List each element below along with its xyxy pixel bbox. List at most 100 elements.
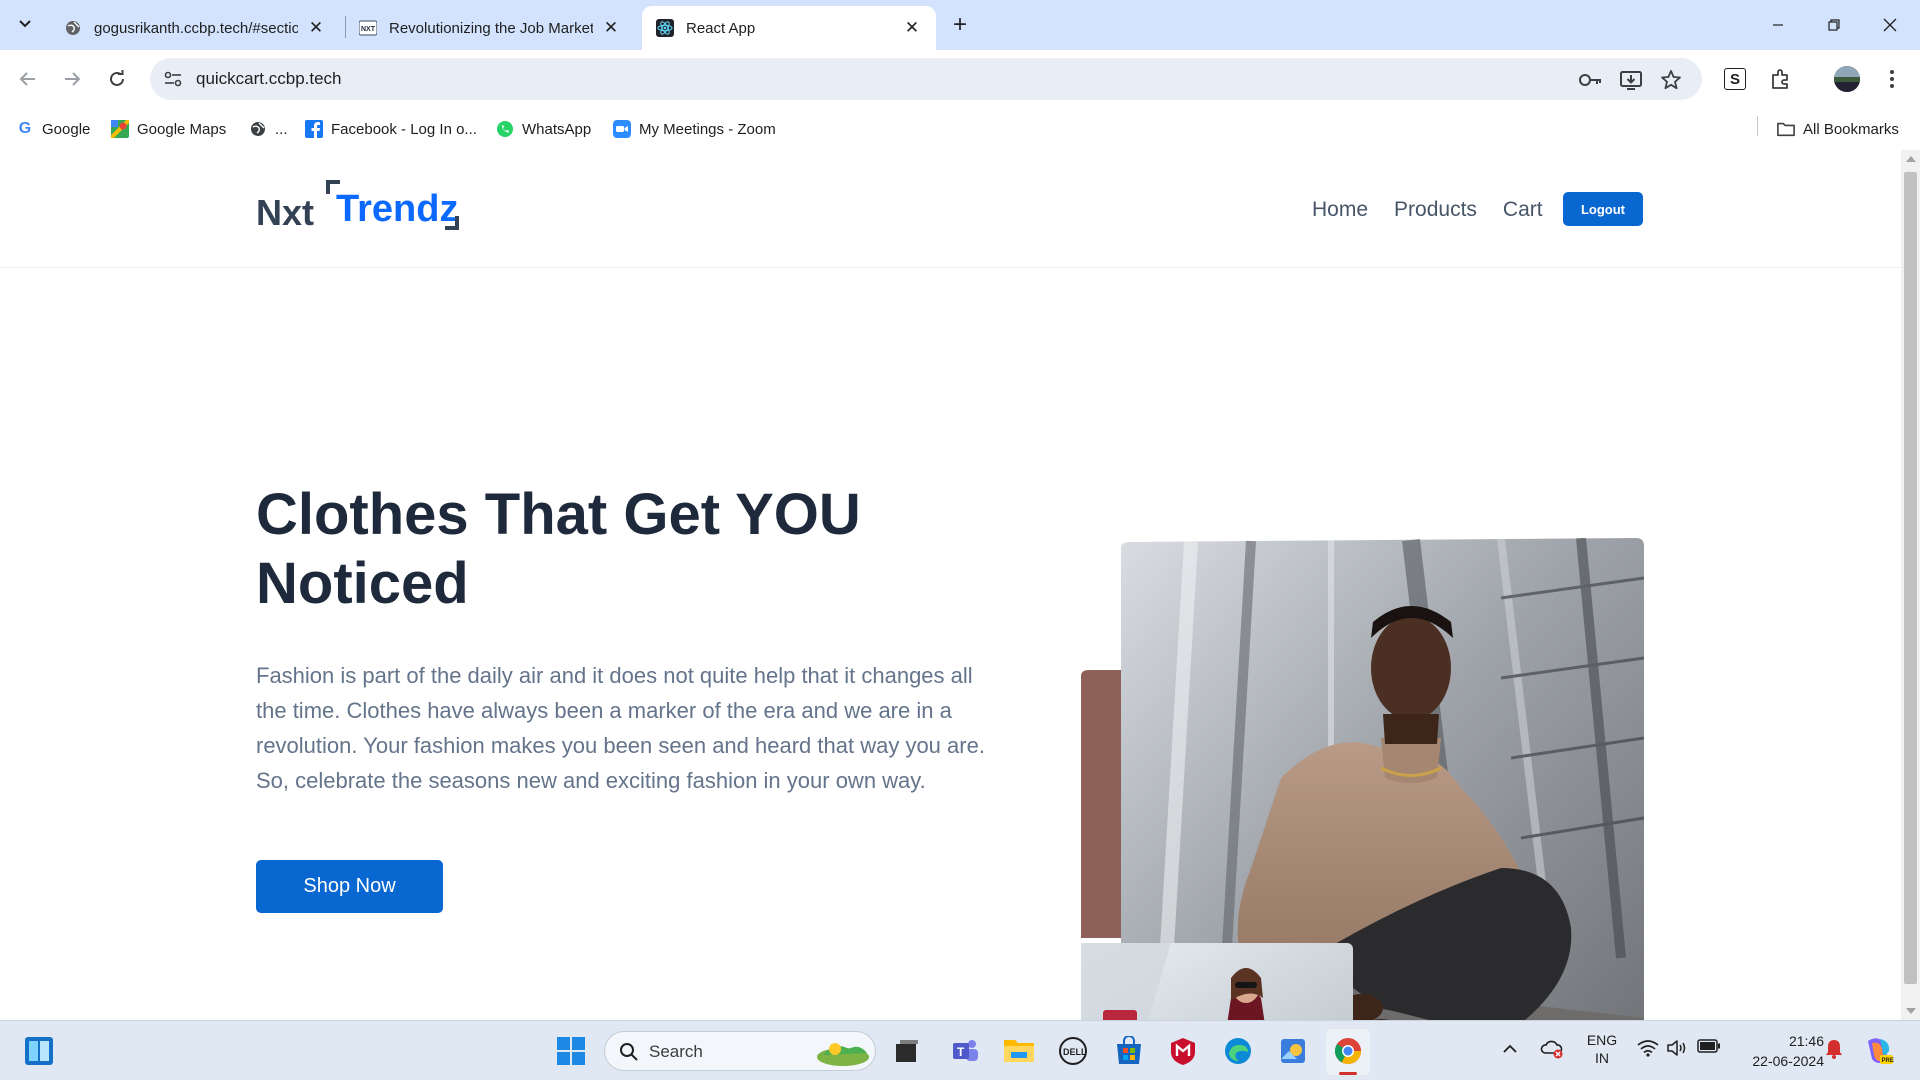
scrollbar-thumb[interactable] bbox=[1904, 172, 1917, 984]
reload-icon bbox=[110, 70, 124, 86]
bookmark-zoom[interactable]: My Meetings - Zoom bbox=[613, 118, 776, 140]
bookmark-label: Facebook - Log In o... bbox=[331, 120, 477, 138]
profile-avatar[interactable] bbox=[1831, 63, 1863, 95]
tab-title: React App bbox=[686, 19, 756, 37]
close-window-button[interactable] bbox=[1862, 0, 1918, 50]
bookmark-google[interactable]: G Google bbox=[16, 118, 91, 140]
site-info-icon[interactable] bbox=[160, 66, 186, 92]
install-app-icon[interactable] bbox=[1618, 67, 1644, 93]
active-app-indicator bbox=[1339, 1072, 1357, 1075]
bookmark-google-maps[interactable]: Google Maps bbox=[111, 118, 226, 140]
copilot-icon[interactable]: PRE bbox=[1862, 1035, 1894, 1067]
browser-tab-strip: gogusrikanth.ccbp.tech/#sectio ✕ NXT Rev… bbox=[0, 0, 1920, 50]
folder-icon bbox=[1777, 120, 1795, 138]
bookmark-star-icon[interactable] bbox=[1658, 67, 1684, 93]
svg-text:T: T bbox=[957, 1045, 965, 1059]
close-icon[interactable]: ✕ bbox=[902, 18, 922, 38]
system-clock[interactable]: 21:46 22-06-2024 bbox=[1732, 1031, 1824, 1071]
widgets-icon[interactable] bbox=[24, 1036, 54, 1066]
url-text[interactable]: quickcart.ccbp.tech bbox=[196, 69, 342, 89]
scroll-down-arrow[interactable] bbox=[1906, 1008, 1916, 1014]
onedrive-error-icon[interactable] bbox=[1540, 1039, 1564, 1063]
extensions-puzzle-icon[interactable] bbox=[1765, 63, 1797, 95]
language-code: ENG bbox=[1586, 1032, 1618, 1048]
svg-text:NXT: NXT bbox=[361, 26, 376, 33]
new-tab-button[interactable]: + bbox=[946, 11, 974, 39]
edge-icon[interactable] bbox=[1223, 1036, 1253, 1066]
battery-icon[interactable] bbox=[1697, 1039, 1721, 1061]
taskbar-chrome-button[interactable] bbox=[1326, 1029, 1370, 1075]
tab-react-app[interactable]: React App ✕ bbox=[642, 6, 936, 50]
reload-button[interactable] bbox=[99, 61, 135, 97]
bookmark-facebook[interactable]: Facebook - Log In o... bbox=[305, 118, 477, 140]
hero-description: Fashion is part of the daily air and it … bbox=[256, 663, 985, 793]
restore-icon bbox=[1828, 19, 1840, 31]
dell-icon[interactable]: DELL bbox=[1058, 1036, 1088, 1066]
language-indicator[interactable]: ENG IN bbox=[1585, 1031, 1619, 1067]
wifi-icon[interactable] bbox=[1637, 1039, 1659, 1061]
restore-button[interactable] bbox=[1806, 0, 1862, 50]
windows-start-icon[interactable] bbox=[556, 1036, 586, 1066]
search-placeholder: Search bbox=[649, 1042, 703, 1061]
extension-s-icon[interactable]: S bbox=[1719, 63, 1751, 95]
nav-products[interactable]: Products bbox=[1394, 198, 1477, 222]
password-key-icon[interactable] bbox=[1578, 67, 1604, 93]
logout-button[interactable]: Logout bbox=[1563, 192, 1643, 226]
bookmarks-bar: G Google Google Maps ... Facebook - Log … bbox=[0, 108, 1920, 150]
microsoft-store-icon[interactable] bbox=[1114, 1035, 1144, 1066]
inset-photo-woman bbox=[1081, 943, 1353, 1020]
accent-panel bbox=[1081, 670, 1121, 938]
task-view-icon[interactable] bbox=[892, 1036, 922, 1066]
chrome-icon bbox=[1334, 1038, 1362, 1065]
close-icon bbox=[1883, 18, 1897, 32]
globe-icon bbox=[64, 19, 82, 37]
taskbar-search-box[interactable]: Search bbox=[604, 1031, 876, 1071]
teams-icon[interactable]: T bbox=[950, 1036, 980, 1066]
tab-search-button[interactable] bbox=[10, 9, 40, 39]
mcafee-icon[interactable] bbox=[1168, 1036, 1198, 1066]
tab-title: gogusrikanth.ccbp.tech/#sectio bbox=[94, 19, 298, 37]
clock-time: 21:46 bbox=[1788, 1033, 1824, 1049]
svg-text:DELL: DELL bbox=[1063, 1047, 1087, 1057]
chrome-menu-icon[interactable] bbox=[1876, 63, 1908, 95]
close-icon[interactable]: ✕ bbox=[306, 18, 326, 38]
page-viewport: Nxt Trendz Home Products Cart Logout Clo… bbox=[0, 150, 1901, 1020]
bookmark-label: My Meetings - Zoom bbox=[639, 120, 776, 138]
region-code: IN bbox=[1595, 1050, 1609, 1066]
facebook-icon bbox=[305, 120, 323, 138]
minimize-icon bbox=[1773, 24, 1783, 26]
shop-now-button[interactable]: Shop Now bbox=[256, 860, 443, 913]
nav-home[interactable]: Home bbox=[1312, 198, 1368, 222]
bookmark-label: ... bbox=[275, 120, 288, 138]
taskbar: Search T DELL ENG IN 21:46 22-06-2024 PR… bbox=[0, 1020, 1920, 1080]
zoom-icon bbox=[613, 120, 631, 138]
logo-bracket-bottom bbox=[445, 216, 459, 230]
bookmark-whatsapp[interactable]: WhatsApp bbox=[496, 118, 591, 140]
close-icon[interactable]: ✕ bbox=[601, 18, 621, 38]
tab-gogusrikanth[interactable]: gogusrikanth.ccbp.tech/#sectio ✕ bbox=[50, 6, 340, 50]
bookmark-globe[interactable]: ... bbox=[249, 118, 288, 140]
hero-image-collage bbox=[1081, 538, 1644, 1020]
page-scrollbar[interactable] bbox=[1901, 150, 1920, 1020]
address-bar[interactable]: quickcart.ccbp.tech bbox=[150, 58, 1702, 100]
nav-cart[interactable]: Cart bbox=[1503, 198, 1543, 222]
scroll-up-arrow[interactable] bbox=[1906, 156, 1916, 162]
chevron-down-icon bbox=[19, 20, 31, 28]
photos-icon[interactable] bbox=[1278, 1036, 1308, 1066]
clock-date: 22-06-2024 bbox=[1752, 1053, 1824, 1069]
volume-icon[interactable] bbox=[1666, 1039, 1688, 1061]
google-icon: G bbox=[18, 120, 32, 137]
bookmarks-separator bbox=[1757, 116, 1758, 136]
logo-prefix: Nxt bbox=[256, 192, 315, 233]
show-hidden-icons-chevron-up-icon[interactable] bbox=[1502, 1041, 1522, 1061]
tab-revolutionizing[interactable]: NXT Revolutionizing the Job Market ✕ bbox=[345, 6, 635, 50]
bookmark-label: Google Maps bbox=[137, 120, 227, 138]
minimize-button[interactable] bbox=[1750, 0, 1806, 50]
all-bookmarks[interactable]: All Bookmarks bbox=[1777, 118, 1899, 140]
tab-title: Revolutionizing the Job Market bbox=[389, 19, 593, 37]
back-button[interactable] bbox=[10, 61, 46, 97]
file-explorer-icon[interactable] bbox=[1003, 1036, 1034, 1066]
forward-button[interactable] bbox=[54, 61, 90, 97]
arrow-left-icon bbox=[19, 72, 35, 86]
notification-bell-icon[interactable] bbox=[1825, 1039, 1845, 1061]
